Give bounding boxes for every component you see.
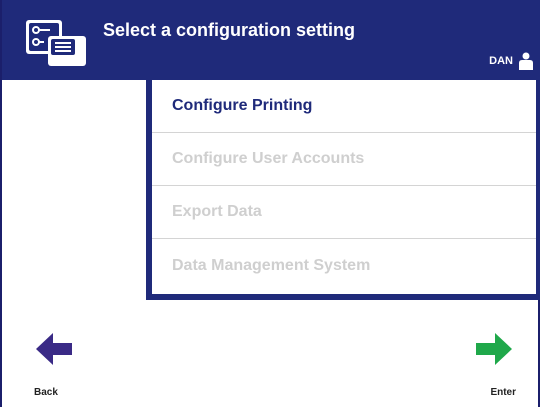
configuration-icon bbox=[26, 20, 86, 66]
user-name: DAN bbox=[489, 55, 513, 67]
screen: Select a configuration setting DAN Confi… bbox=[0, 0, 540, 407]
back-label: Back bbox=[34, 387, 58, 398]
enter-label: Enter bbox=[490, 387, 516, 398]
menu-panel: Configure Printing Configure User Accoun… bbox=[146, 80, 540, 300]
right-arrow-icon bbox=[476, 333, 512, 365]
user-indicator: DAN bbox=[489, 52, 534, 70]
menu-item-configure-user-accounts: Configure User Accounts bbox=[152, 133, 536, 186]
enter-button[interactable]: Enter bbox=[470, 330, 520, 400]
configuration-menu: Configure Printing Configure User Accoun… bbox=[152, 80, 536, 294]
menu-item-export-data: Export Data bbox=[152, 186, 536, 239]
page-title: Select a configuration setting bbox=[103, 20, 356, 40]
back-button[interactable]: Back bbox=[34, 330, 84, 400]
user-icon bbox=[519, 52, 533, 70]
menu-item-data-management-system: Data Management System bbox=[172, 256, 371, 274]
menu-item-configure-printing[interactable]: Configure Printing bbox=[152, 80, 536, 133]
left-arrow-icon bbox=[36, 333, 72, 365]
header-bar: Select a configuration setting DAN bbox=[2, 0, 540, 80]
